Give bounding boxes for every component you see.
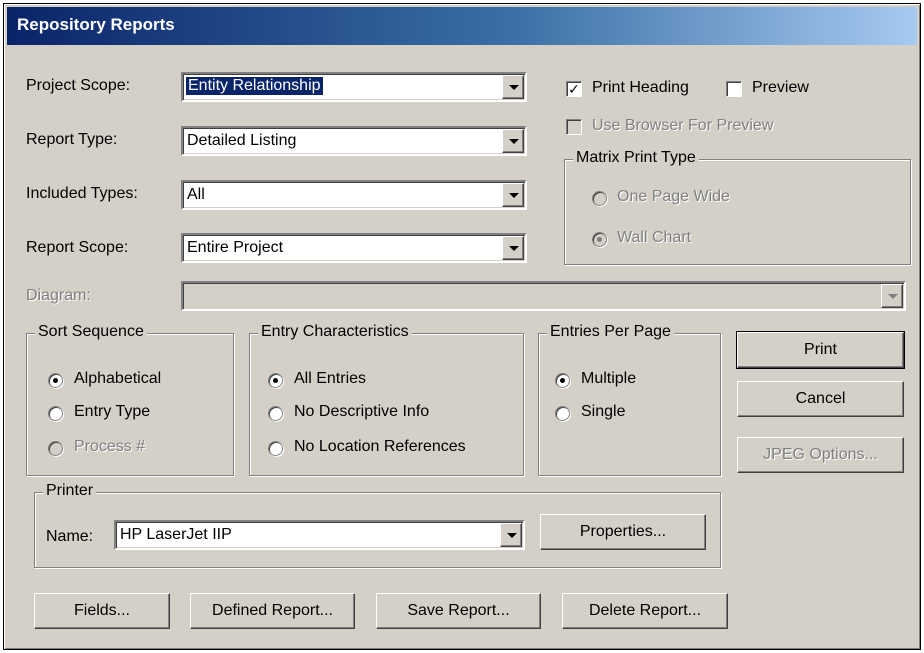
alphabetical-label[interactable]: Alphabetical xyxy=(74,370,161,388)
chevron-down-icon[interactable] xyxy=(502,236,524,260)
one-page-wide-radio[interactable] xyxy=(592,191,607,206)
printer-name-combo[interactable]: HP LaserJet IIP xyxy=(114,520,525,550)
entries-per-page-legend: Entries Per Page xyxy=(547,323,674,341)
delete-report-button[interactable]: Delete Report... xyxy=(562,593,728,629)
diagram-label: Diagram: xyxy=(26,287,91,304)
report-type-combo[interactable]: Detailed Listing xyxy=(181,126,527,156)
process-number-radio[interactable] xyxy=(48,441,63,456)
entry-characteristics-legend: Entry Characteristics xyxy=(258,323,412,341)
defined-report-button[interactable]: Defined Report... xyxy=(190,593,355,629)
diagram-combo[interactable] xyxy=(181,281,906,311)
printer-legend: Printer xyxy=(43,482,97,500)
entry-type-radio[interactable] xyxy=(48,406,63,421)
project-scope-label: Project Scope: xyxy=(26,77,131,94)
print-heading-checkbox[interactable]: ✓ xyxy=(566,81,582,97)
process-number-label[interactable]: Process # xyxy=(74,438,145,456)
entry-type-label[interactable]: Entry Type xyxy=(74,403,150,421)
chevron-down-icon[interactable] xyxy=(502,75,524,99)
save-report-button[interactable]: Save Report... xyxy=(376,593,541,629)
use-browser-label[interactable]: Use Browser For Preview xyxy=(592,117,773,135)
wall-chart-radio[interactable] xyxy=(592,232,607,247)
entries-per-page-group: Entries Per Page xyxy=(538,323,721,476)
wall-chart-label[interactable]: Wall Chart xyxy=(617,229,691,247)
single-label[interactable]: Single xyxy=(581,403,625,421)
use-browser-checkbox[interactable] xyxy=(566,119,582,135)
all-entries-radio[interactable] xyxy=(268,373,283,388)
printer-name-label: Name: xyxy=(46,528,94,545)
preview-label[interactable]: Preview xyxy=(752,79,809,97)
fields-button[interactable]: Fields... xyxy=(34,593,170,629)
no-descriptive-info-radio[interactable] xyxy=(268,406,283,421)
included-types-combo[interactable]: All xyxy=(181,180,527,210)
jpeg-options-button[interactable]: JPEG Options... xyxy=(737,437,904,473)
preview-checkbox[interactable] xyxy=(726,81,742,97)
window-title: Repository Reports xyxy=(17,15,175,34)
sort-sequence-legend: Sort Sequence xyxy=(35,323,147,341)
project-scope-combo[interactable]: Entity Relationship xyxy=(181,72,527,102)
included-types-value: All xyxy=(187,186,205,203)
single-radio[interactable] xyxy=(555,406,570,421)
report-scope-value: Entire Project xyxy=(187,239,284,256)
cancel-button[interactable]: Cancel xyxy=(737,381,904,417)
matrix-print-type-group: Matrix Print Type xyxy=(564,149,911,265)
multiple-label[interactable]: Multiple xyxy=(581,370,636,388)
no-location-references-label[interactable]: No Location References xyxy=(294,438,466,456)
properties-button[interactable]: Properties... xyxy=(540,514,706,550)
multiple-radio[interactable] xyxy=(555,373,570,388)
alphabetical-radio[interactable] xyxy=(48,373,63,388)
printer-name-value: HP LaserJet IIP xyxy=(120,526,232,543)
title-bar[interactable]: Repository Reports xyxy=(7,7,917,45)
chevron-down-icon[interactable] xyxy=(502,183,524,207)
chevron-down-icon[interactable] xyxy=(881,284,903,308)
report-scope-label: Report Scope: xyxy=(26,239,129,256)
report-type-value: Detailed Listing xyxy=(187,132,297,149)
print-heading-label[interactable]: Print Heading xyxy=(592,79,689,97)
matrix-print-type-legend: Matrix Print Type xyxy=(573,149,699,167)
chevron-down-icon[interactable] xyxy=(502,129,524,153)
no-location-references-radio[interactable] xyxy=(268,441,283,456)
one-page-wide-label[interactable]: One Page Wide xyxy=(617,188,730,206)
print-button[interactable]: Print xyxy=(736,331,905,369)
repository-reports-dialog: Repository Reports Project Scope: Entity… xyxy=(3,3,921,650)
included-types-label: Included Types: xyxy=(26,185,138,202)
report-scope-combo[interactable]: Entire Project xyxy=(181,233,527,263)
chevron-down-icon[interactable] xyxy=(500,523,522,547)
all-entries-label[interactable]: All Entries xyxy=(294,370,366,388)
project-scope-value: Entity Relationship xyxy=(185,76,324,96)
no-descriptive-info-label[interactable]: No Descriptive Info xyxy=(294,403,429,421)
report-type-label: Report Type: xyxy=(26,131,118,148)
